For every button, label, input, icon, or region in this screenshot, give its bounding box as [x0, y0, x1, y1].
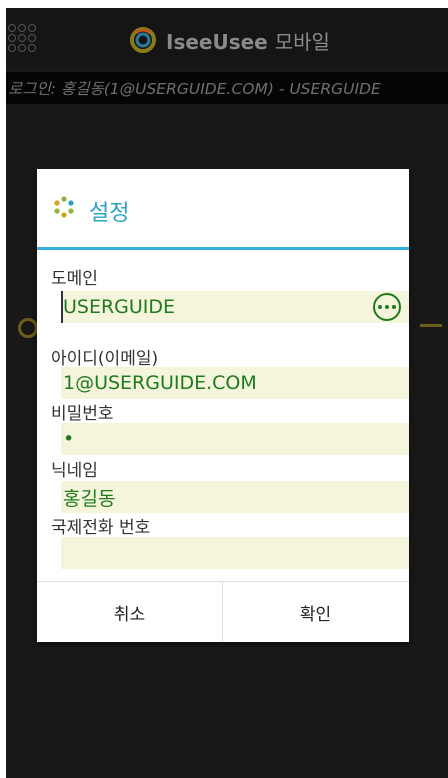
password-value: •: [63, 428, 75, 450]
more-dot-icon: [378, 305, 382, 309]
cancel-button[interactable]: 취소: [37, 582, 222, 642]
more-dot-icon: [392, 305, 396, 309]
nickname-field[interactable]: 홍길동: [61, 481, 409, 513]
user-id-field[interactable]: 1@USERGUIDE.COM: [61, 367, 409, 399]
user-id-label: 아이디(이메일): [51, 349, 159, 369]
intl-phone-field[interactable]: [61, 537, 409, 569]
domain-value: USERGUIDE: [63, 296, 176, 318]
intl-phone-label: 국제전화 번호: [51, 518, 151, 538]
user-id-value: 1@USERGUIDE.COM: [63, 372, 257, 394]
settings-dialog: 설정 도메인 USERGUIDE 아이디(이메일) 1@USERGUIDE.CO…: [37, 169, 409, 642]
dialog-header: 설정: [37, 169, 409, 247]
login-status: 로그인: 홍길동(1@USERGUIDE.COM) - USERGUIDE: [6, 72, 448, 104]
header-divider: [37, 247, 409, 250]
top-bar: IseeUsee 모바일: [6, 8, 448, 66]
background-line: [420, 324, 442, 327]
domain-more-button[interactable]: [373, 293, 401, 321]
app-name: IseeUsee: [166, 29, 268, 54]
settings-icon: [54, 196, 74, 218]
app-logo-icon: [130, 27, 156, 53]
domain-label: 도메인: [51, 269, 98, 289]
nickname-label: 닉네임: [51, 461, 98, 481]
grid-menu-icon[interactable]: [8, 24, 36, 52]
ok-button[interactable]: 확인: [223, 582, 408, 642]
app-title: IseeUsee 모바일: [130, 26, 330, 54]
more-dot-icon: [385, 305, 389, 309]
dialog-title: 설정: [89, 201, 130, 226]
password-field[interactable]: •: [61, 423, 409, 455]
nickname-value: 홍길동: [63, 487, 116, 510]
password-label: 비밀번호: [51, 404, 114, 424]
app-name-suffix: 모바일: [274, 29, 330, 54]
domain-field[interactable]: USERGUIDE: [61, 291, 409, 323]
background-ring-icon: [18, 318, 38, 338]
